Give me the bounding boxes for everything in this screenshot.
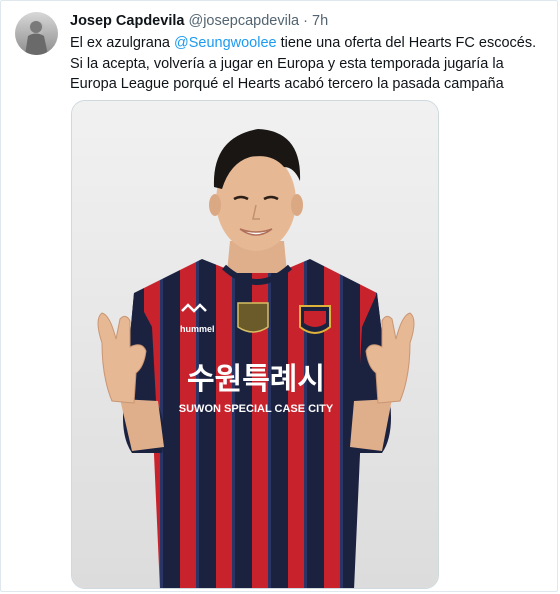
jersey-sponsor-english: SUWON SPECIAL CASE CITY — [179, 403, 334, 415]
tweet-card[interactable]: Josep Capdevila @josepcapdevila · 7h El … — [0, 0, 558, 592]
avatar-photo-icon — [25, 21, 48, 55]
tweet-timestamp[interactable]: 7h — [312, 13, 328, 29]
mention-link[interactable]: @Seungwoolee — [174, 35, 277, 51]
tweet-header: Josep Capdevila @josepcapdevila · 7h — [70, 12, 328, 30]
tweet-text: El ex azulgrana @Seungwoolee tiene una o… — [70, 33, 540, 95]
tweet-photo[interactable]: hummel 수원특례시 SUWON SPECIAL CASE CITY — [71, 100, 439, 589]
jersey-sponsor-korean: 수원특례시 — [187, 362, 325, 397]
separator-dot: · — [303, 13, 308, 29]
player-photo-illustration: hummel 수원특례시 SUWON SPECIAL CASE CITY — [72, 101, 438, 588]
brand-logo-text: hummel — [180, 324, 215, 334]
tweet-text-before: El ex azulgrana — [70, 35, 174, 51]
author-handle[interactable]: @josepcapdevila — [188, 13, 299, 29]
author-name[interactable]: Josep Capdevila — [70, 13, 184, 29]
author-avatar[interactable] — [15, 12, 58, 55]
